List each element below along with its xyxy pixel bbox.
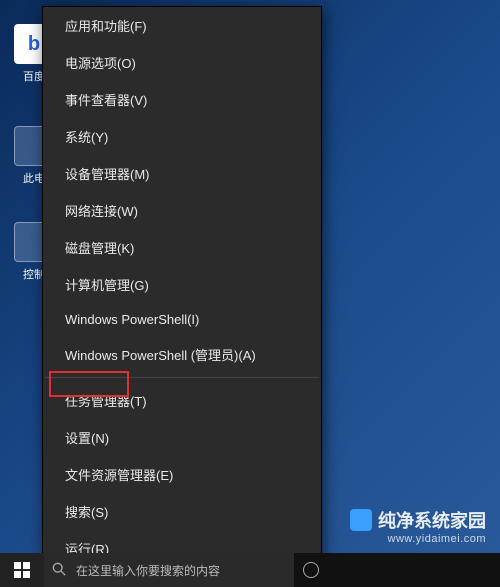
menu-item-computer-mgmt[interactable]: 计算机管理(G): [43, 266, 321, 303]
cortana-icon: [303, 562, 319, 578]
taskbar: 在这里输入你要搜索的内容: [0, 553, 500, 587]
menu-item-device-manager[interactable]: 设备管理器(M): [43, 155, 321, 192]
cortana-button[interactable]: [294, 553, 328, 587]
menu-separator: [45, 377, 319, 378]
menu-item-network[interactable]: 网络连接(W): [43, 192, 321, 229]
menu-item-event-viewer[interactable]: 事件查看器(V): [43, 81, 321, 118]
watermark-logo-icon: [350, 509, 372, 531]
menu-item-search[interactable]: 搜索(S): [43, 493, 321, 530]
watermark: 纯净系统家园 www.yidaimei.com: [350, 507, 486, 545]
menu-item-powershell[interactable]: Windows PowerShell(I): [43, 303, 321, 336]
menu-item-settings[interactable]: 设置(N): [43, 419, 321, 456]
menu-item-label: 设置(N): [65, 428, 109, 447]
menu-item-label: 任务管理器(T): [65, 391, 147, 410]
search-icon: [52, 562, 66, 576]
menu-item-label: 应用和功能(F): [65, 16, 147, 35]
winx-context-menu: 应用和功能(F) 电源选项(O) 事件查看器(V) 系统(Y) 设备管理器(M)…: [42, 6, 322, 587]
menu-item-powershell-admin[interactable]: Windows PowerShell (管理员)(A): [43, 336, 321, 373]
windows-logo-icon: [14, 562, 30, 578]
menu-item-label: Windows PowerShell(I): [65, 312, 199, 327]
watermark-url: www.yidaimei.com: [350, 533, 486, 545]
menu-item-label: 网络连接(W): [65, 201, 138, 220]
menu-item-system[interactable]: 系统(Y): [43, 118, 321, 155]
watermark-title: 纯净系统家园: [378, 507, 486, 533]
menu-item-label: 系统(Y): [65, 127, 108, 146]
taskbar-search-box[interactable]: 在这里输入你要搜索的内容: [44, 553, 294, 587]
menu-item-label: 磁盘管理(K): [65, 238, 134, 257]
menu-item-label: 事件查看器(V): [65, 90, 147, 109]
menu-item-file-explorer[interactable]: 文件资源管理器(E): [43, 456, 321, 493]
menu-item-power-options[interactable]: 电源选项(O): [43, 44, 321, 81]
start-button[interactable]: [0, 553, 44, 587]
menu-item-label: 搜索(S): [65, 502, 108, 521]
menu-item-label: 设备管理器(M): [65, 164, 150, 183]
menu-item-label: 电源选项(O): [65, 53, 136, 72]
menu-item-label: Windows PowerShell (管理员)(A): [65, 345, 256, 364]
menu-item-task-manager[interactable]: 任务管理器(T): [43, 382, 321, 419]
search-placeholder: 在这里输入你要搜索的内容: [76, 562, 220, 579]
menu-item-label: 文件资源管理器(E): [65, 465, 173, 484]
menu-item-disk-mgmt[interactable]: 磁盘管理(K): [43, 229, 321, 266]
menu-item-apps-features[interactable]: 应用和功能(F): [43, 7, 321, 44]
menu-item-label: 计算机管理(G): [65, 275, 149, 294]
